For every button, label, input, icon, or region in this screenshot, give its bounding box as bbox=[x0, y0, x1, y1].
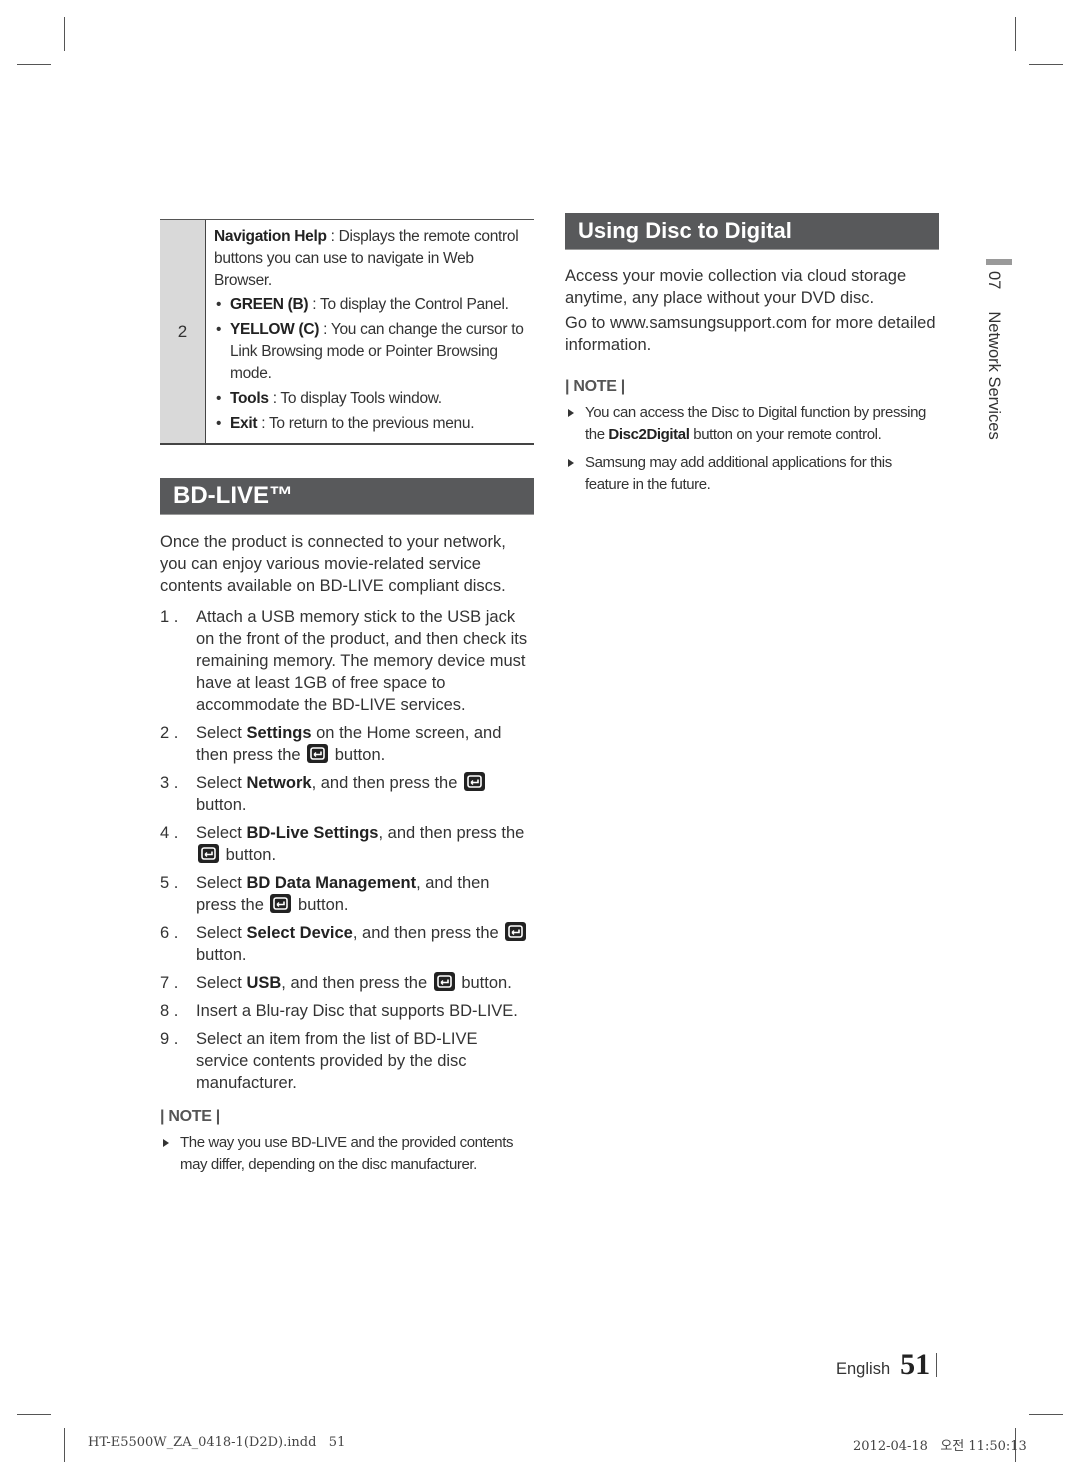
chapter-number: 07 bbox=[985, 271, 1003, 290]
chapter-title: Network Services bbox=[985, 311, 1003, 440]
step-text: button. bbox=[221, 846, 277, 864]
left-column: 2 Navigation Help : Displays the remote … bbox=[160, 219, 534, 1182]
step-number: 5 . bbox=[160, 874, 179, 892]
step-number: 7 . bbox=[160, 974, 179, 992]
step-number: 6 . bbox=[160, 924, 179, 942]
step-number: 2 . bbox=[160, 724, 179, 742]
note-label: | NOTE | bbox=[160, 1108, 220, 1125]
crop-mark-top-right-vertical bbox=[1015, 17, 1016, 51]
step-text: Select bbox=[196, 924, 247, 942]
step-text: Select bbox=[196, 774, 247, 792]
step-item: 8 . Insert a Blu-ray Disc that supports B… bbox=[160, 1000, 534, 1022]
step-text: button. bbox=[330, 746, 386, 764]
disc-to-digital-notes: You can access the Disc to Digital funct… bbox=[565, 402, 939, 496]
bd-live-intro: Once the product is connected to your ne… bbox=[160, 533, 506, 595]
list-item: YELLOW (C) : You can change the cursor t… bbox=[214, 319, 528, 385]
list-item: Exit : To return to the previous menu. bbox=[214, 413, 528, 435]
list-item: GREEN (B) : To display the Control Panel… bbox=[214, 294, 528, 316]
page-language: English bbox=[836, 1360, 891, 1378]
step-number: 8 . bbox=[160, 1002, 179, 1020]
step-item: 6 . Select Select Device, and then press … bbox=[160, 922, 534, 966]
crop-mark-bottom-left-vertical bbox=[64, 1428, 65, 1462]
page-number: 51 bbox=[900, 1348, 931, 1381]
crop-mark-bottom-right-horizontal bbox=[1029, 1414, 1063, 1415]
disc-to-digital-heading: Using Disc to Digital bbox=[565, 213, 939, 250]
step-text: Select bbox=[196, 974, 247, 992]
page-number-separator bbox=[936, 1353, 938, 1377]
step-item: 2 . Select Settings on the Home screen, a… bbox=[160, 722, 534, 766]
step-item: 7 . Select USB, and then press the button… bbox=[160, 972, 534, 994]
enter-button-icon bbox=[505, 922, 527, 941]
step-menu-name: USB bbox=[246, 974, 282, 992]
step-number: 9 . bbox=[160, 1030, 179, 1048]
step-text: , and then press the bbox=[311, 774, 462, 792]
disc-to-digital-paragraph: Go to www.samsungsupport.com for more de… bbox=[565, 314, 936, 354]
step-text: button. bbox=[196, 946, 247, 964]
step-menu-name: Select Device bbox=[246, 924, 353, 942]
page-footer: English 51 bbox=[836, 1348, 938, 1382]
print-slug-filename: HT-E5500W_ZA_0418-1(D2D).indd 51 bbox=[88, 1435, 346, 1450]
step-item: 1 . Attach a USB memory stick to the USB … bbox=[160, 606, 534, 716]
crop-mark-top-left-vertical bbox=[64, 17, 65, 51]
step-text: Attach a USB memory stick to the USB jac… bbox=[196, 608, 528, 714]
bd-live-steps: 1 . Attach a USB memory stick to the USB … bbox=[160, 606, 534, 1094]
chapter-label: 07 Network Services bbox=[984, 271, 1003, 440]
step-number: 4 . bbox=[160, 824, 179, 842]
step-text: Insert a Blu-ray Disc that supports BD-L… bbox=[196, 1002, 518, 1020]
note-text: Samsung may add additional applications … bbox=[585, 454, 892, 493]
step-text: Select bbox=[196, 824, 247, 842]
step-text: Select an item from the list of BD-LIVE … bbox=[196, 1030, 478, 1092]
step-number: 3 . bbox=[160, 774, 179, 792]
list-item: Tools : To display Tools window. bbox=[214, 388, 528, 410]
step-text: Select bbox=[196, 874, 247, 892]
enter-button-icon bbox=[433, 972, 455, 991]
step-menu-name: BD Data Management bbox=[246, 874, 417, 892]
note-button-name: Disc2Digital bbox=[608, 426, 690, 443]
right-column: Using Disc to Digital Access your movie … bbox=[565, 213, 939, 502]
bd-live-heading: BD-LIVE™ bbox=[160, 478, 534, 515]
note-item: The way you use BD-LIVE and the provided… bbox=[160, 1132, 534, 1176]
note-label: | NOTE | bbox=[565, 378, 625, 395]
crop-mark-top-left-horizontal bbox=[17, 64, 51, 65]
step-text: Select bbox=[196, 724, 247, 742]
step-text: button. bbox=[456, 974, 512, 992]
crop-mark-top-right-horizontal bbox=[1029, 64, 1063, 65]
enter-button-icon bbox=[198, 844, 219, 863]
print-slug-datetime: 2012-04-18 오전 11:50:13 bbox=[853, 1439, 1027, 1454]
enter-button-icon bbox=[464, 772, 485, 791]
step-menu-name: Network bbox=[246, 774, 312, 792]
navigation-help-description: Navigation Help : Displays the remote co… bbox=[214, 228, 519, 289]
table-row-content: Navigation Help : Displays the remote co… bbox=[206, 220, 534, 443]
chapter-tab-bar bbox=[986, 259, 1012, 265]
step-item: 5 . Select BD Data Management, and then p… bbox=[160, 872, 534, 916]
step-item: 4 . Select BD-Live Settings, and then pre… bbox=[160, 822, 534, 866]
navigation-help-table: 2 Navigation Help : Displays the remote … bbox=[160, 219, 534, 445]
step-text: button. bbox=[196, 796, 247, 814]
note-text: button on your remote control. bbox=[689, 426, 882, 443]
bd-live-notes: The way you use BD-LIVE and the provided… bbox=[160, 1132, 534, 1176]
table-row-number: 2 bbox=[160, 220, 206, 443]
step-text: , and then press the bbox=[281, 974, 432, 992]
chapter-side-tab: 07 Network Services bbox=[985, 259, 1012, 440]
step-item: 9 . Select an item from the list of BD-LI… bbox=[160, 1028, 534, 1094]
step-text: button. bbox=[293, 896, 349, 914]
triangle-bullet-icon bbox=[163, 1139, 169, 1147]
enter-button-icon bbox=[270, 894, 292, 913]
step-menu-name: Settings bbox=[246, 724, 312, 742]
triangle-bullet-icon bbox=[568, 459, 574, 467]
step-item: 3 . Select Network, and then press the bu… bbox=[160, 772, 534, 816]
enter-button-icon bbox=[307, 744, 329, 763]
crop-mark-bottom-left-horizontal bbox=[17, 1414, 51, 1415]
note-item: Samsung may add additional applications … bbox=[565, 452, 939, 496]
disc-to-digital-paragraph: Access your movie collection via cloud s… bbox=[565, 267, 907, 307]
note-item: You can access the Disc to Digital funct… bbox=[565, 402, 939, 446]
step-number: 1 . bbox=[160, 608, 179, 626]
triangle-bullet-icon bbox=[568, 409, 574, 417]
step-text: , and then press the bbox=[378, 824, 525, 842]
step-text: , and then press the bbox=[352, 924, 504, 942]
navigation-help-list: GREEN (B) : To display the Control Panel… bbox=[214, 294, 528, 435]
step-menu-name: BD-Live Settings bbox=[246, 824, 379, 842]
note-text: The way you use BD-LIVE and the provided… bbox=[180, 1134, 514, 1173]
